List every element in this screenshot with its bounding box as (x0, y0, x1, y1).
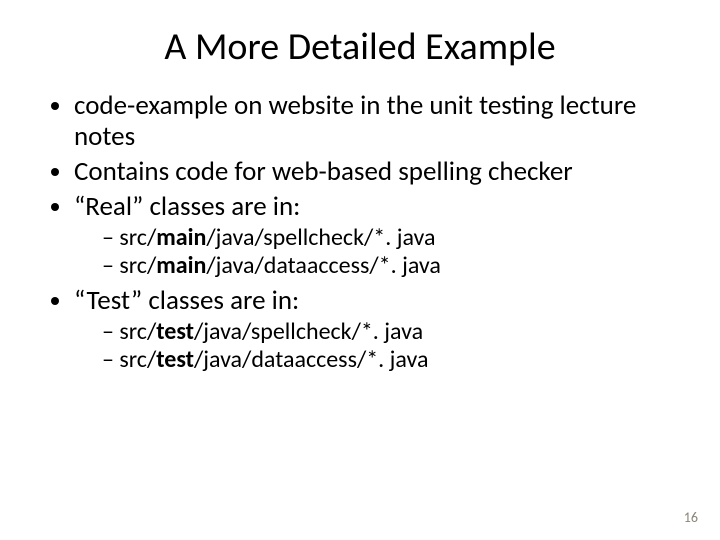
sub-list: src/main/java/spellcheck/*. java src/mai… (74, 224, 680, 279)
path-bold: test (156, 345, 194, 374)
slide-title: A More Detailed Example (0, 0, 720, 88)
bullet-text: “Test” classes are in: (74, 284, 299, 317)
sub-item: src/test/java/spellcheck/*. java (102, 318, 680, 346)
path-post: /java/dataaccess/*. java (194, 345, 429, 374)
sub-item: src/main/java/dataaccess/*. java (102, 252, 680, 280)
slide-content: code-example on website in the unit test… (0, 90, 720, 374)
path-post: /java/dataaccess/*. java (206, 251, 441, 280)
bullet-list: code-example on website in the unit test… (44, 90, 680, 374)
path-post: /java/spellcheck/*. java (206, 223, 435, 252)
sub-item: src/test/java/dataaccess/*. java (102, 346, 680, 374)
bullet-item: code-example on website in the unit test… (74, 90, 680, 152)
page-number: 16 (684, 509, 698, 526)
path-bold: test (156, 317, 194, 346)
bullet-item: Contains code for web-based spelling che… (74, 156, 680, 187)
path-post: /java/spellcheck/*. java (194, 317, 423, 346)
path-pre: src/ (119, 317, 156, 346)
path-pre: src/ (119, 345, 156, 374)
bullet-item: “Real” classes are in: src/main/java/spe… (74, 191, 680, 279)
bullet-text: “Real” classes are in: (74, 190, 300, 223)
path-bold: main (156, 223, 206, 252)
sub-item: src/main/java/spellcheck/*. java (102, 224, 680, 252)
path-bold: main (156, 251, 206, 280)
path-pre: src/ (119, 251, 156, 280)
path-pre: src/ (119, 223, 156, 252)
slide: A More Detailed Example code-example on … (0, 0, 720, 540)
sub-list: src/test/java/spellcheck/*. java src/tes… (74, 318, 680, 373)
bullet-item: “Test” classes are in: src/test/java/spe… (74, 285, 680, 373)
